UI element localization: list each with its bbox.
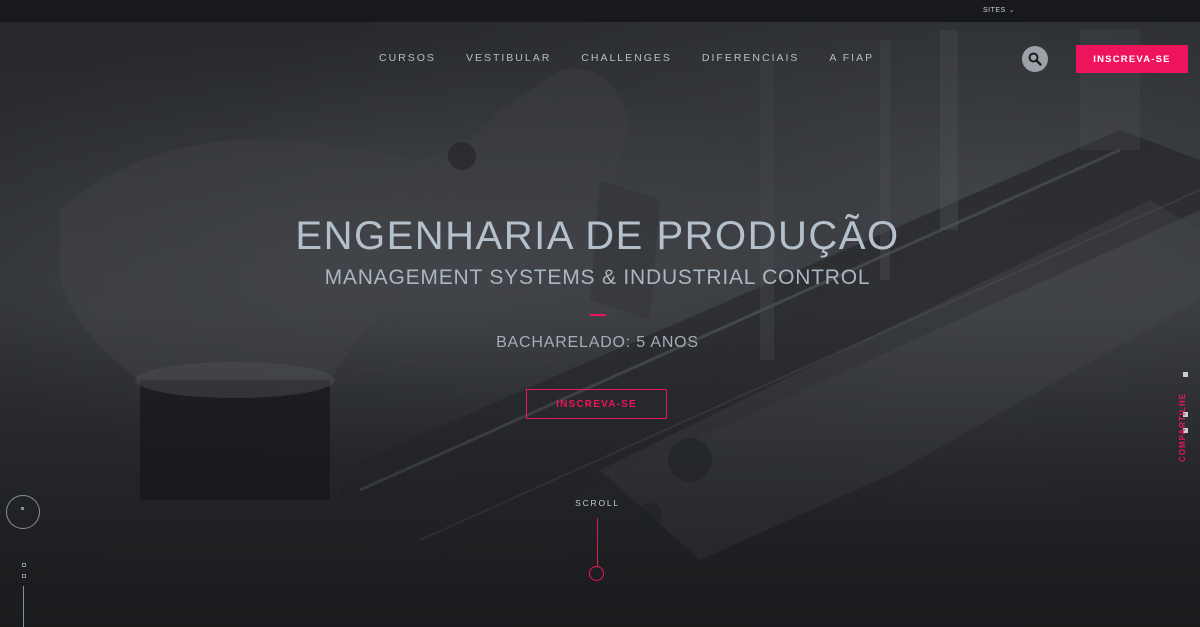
main-nav: CURSOS VESTIBULAR CHALLENGES DIFERENCIAI… [379,52,874,64]
nav-item-diferenciais[interactable]: DIFERENCIAIS [702,52,800,64]
scroll-line [597,518,598,566]
page: SITES ⌄ CURSOS VESTIBULAR CHALLENGES DIF… [0,0,1200,627]
nav-item-challenges[interactable]: CHALLENGES [581,52,672,64]
title-divider [590,314,606,316]
top-bar: SITES ⌄ [0,0,1200,22]
chevron-down-icon: ⌄ [1008,7,1016,14]
header-enroll-button[interactable]: INSCREVA-SE [1076,45,1188,73]
search-icon [1028,52,1042,66]
sites-label: SITES [983,6,1006,14]
section-marker-1[interactable] [22,563,26,567]
course-duration: BACHARELADO: 5 ANOS [496,334,699,351]
hero-enroll-button[interactable]: INSCREVA-SE [526,389,667,419]
page-subtitle: MANAGEMENT SYSTEMS & INDUSTRIAL CONTROL [324,266,871,289]
nav-item-a-fiap[interactable]: A FIAP [829,52,874,64]
section-indicator-dot [21,507,24,510]
section-progress-line [23,586,24,627]
section-indicator-ring [6,495,40,529]
nav-item-cursos[interactable]: CURSOS [379,52,436,64]
share-panel: COMPARTILHE [1170,372,1190,465]
share-facebook-icon[interactable] [1183,372,1188,377]
nav-item-vestibular[interactable]: VESTIBULAR [466,52,551,64]
share-label[interactable]: COMPARTILHE [1178,393,1187,462]
sites-menu[interactable]: SITES ⌄ [983,6,1016,15]
section-marker-2[interactable] [22,574,26,578]
scroll-down-button[interactable] [589,566,604,581]
page-title: ENGENHARIA DE PRODUÇÃO [295,214,900,258]
search-button[interactable] [1022,46,1048,72]
scroll-label: SCROLL [575,498,620,508]
